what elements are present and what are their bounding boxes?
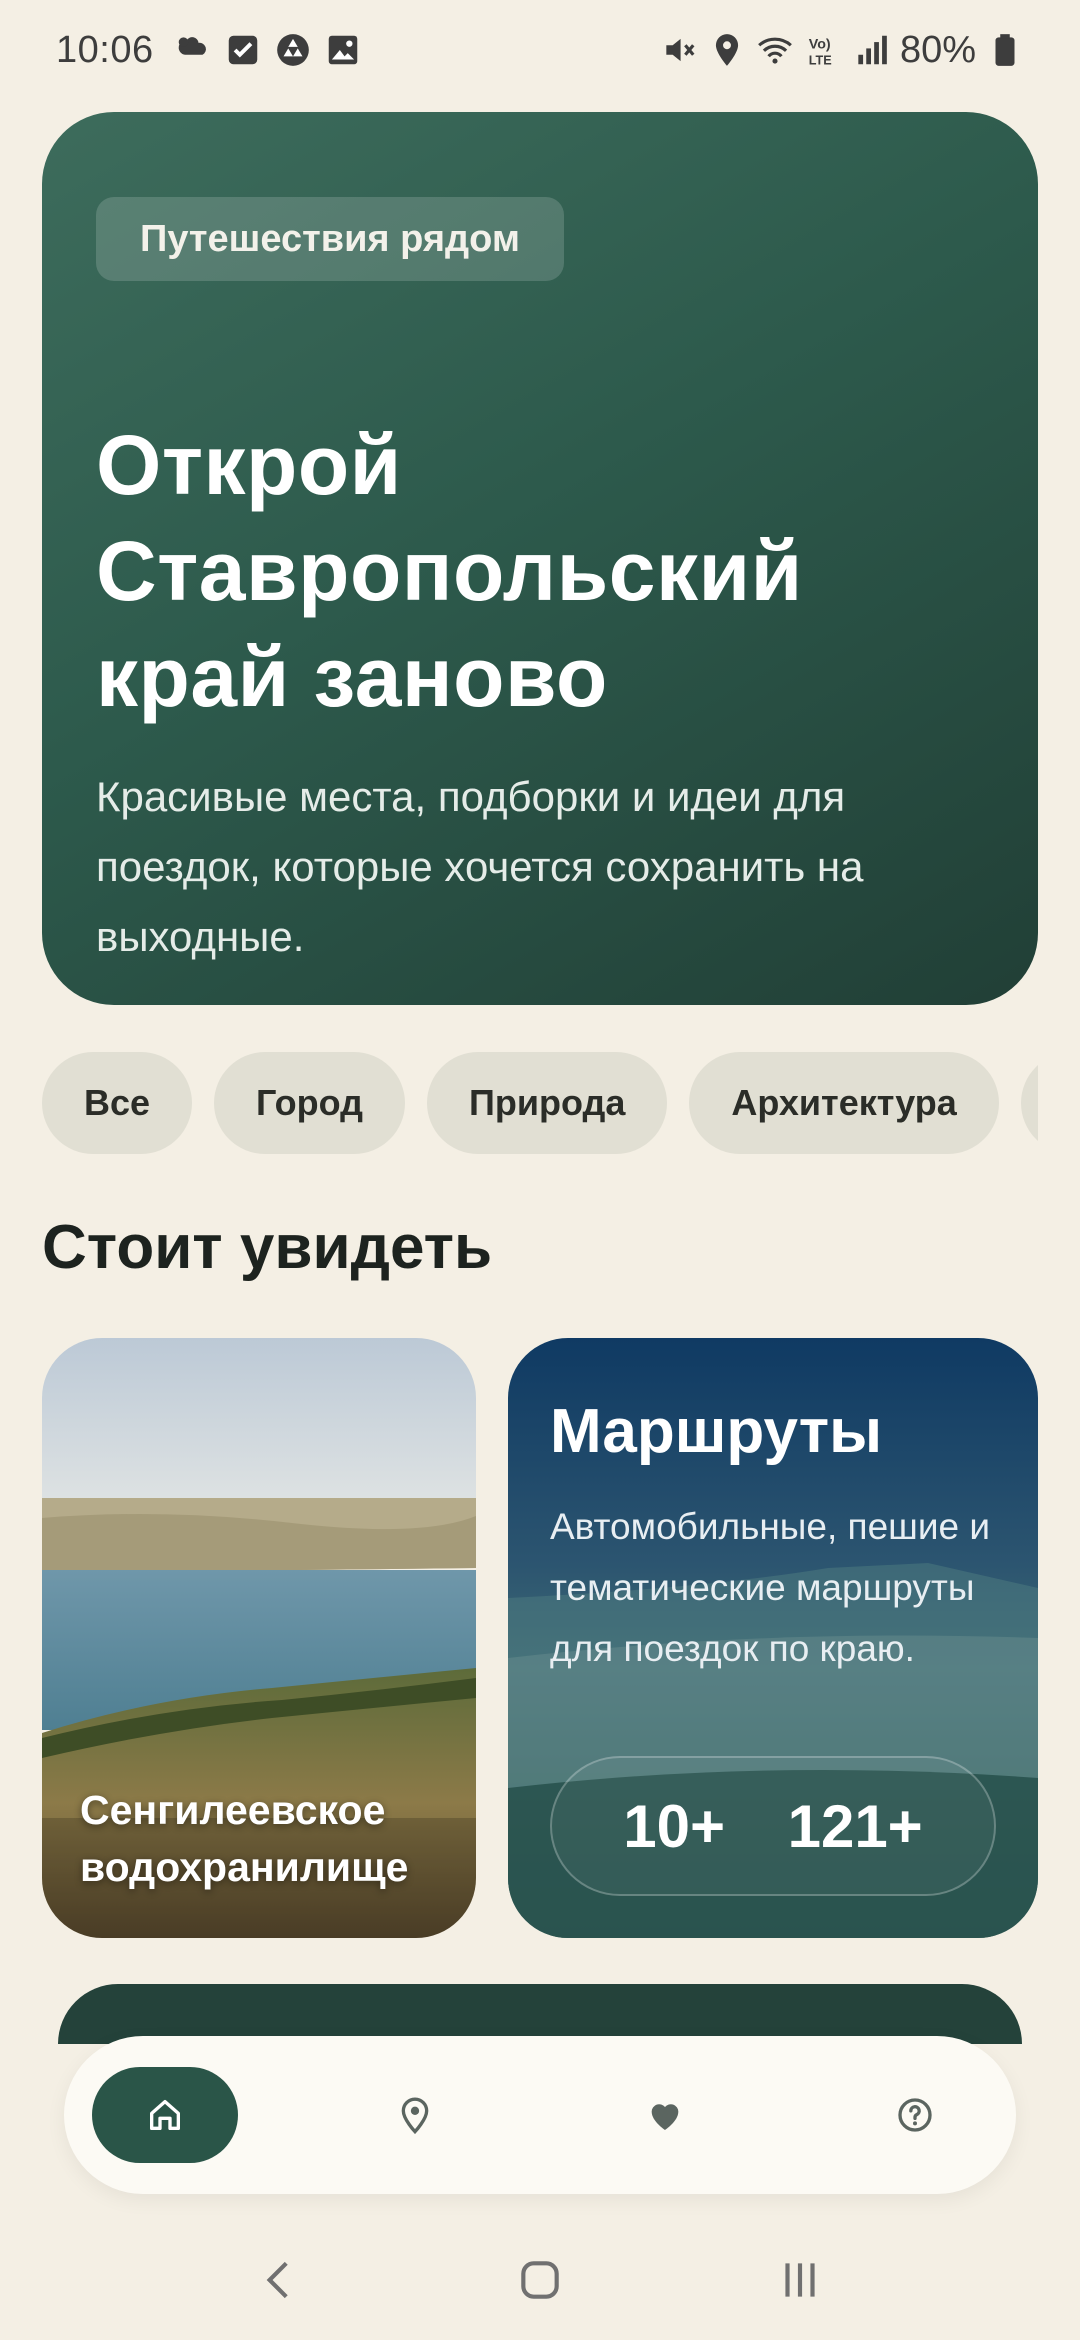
battery-percent: 80% (899, 28, 976, 71)
section-title: Стоит увидеть (42, 1213, 493, 1282)
place-card[interactable]: Сенгилеевское водохранилище (42, 1338, 476, 1938)
home-icon (150, 2100, 180, 2130)
heart-icon (651, 2104, 679, 2130)
location-icon (708, 31, 746, 69)
home-square-icon (521, 2261, 559, 2299)
battery-icon (986, 31, 1024, 69)
routes-card[interactable]: Маршруты Автомобильные, пешие и тематиче… (508, 1338, 1038, 1938)
place-name: Сенгилеевское водохранилище (80, 1787, 409, 1890)
svg-text:LTE: LTE (809, 53, 832, 67)
volte-icon: Vo) LTE (804, 31, 842, 69)
hero-banner: Путешествия рядом Открой Ставропольский … (42, 112, 1038, 1005)
home-button[interactable] (510, 2250, 570, 2310)
nav-help[interactable] (842, 2067, 988, 2163)
chip-architecture[interactable]: Архитектура (689, 1052, 999, 1154)
wifi-icon (756, 31, 794, 69)
svg-text:Vo): Vo) (809, 36, 831, 52)
nav-home[interactable] (92, 2067, 238, 2163)
map-pin-icon (401, 2097, 429, 2135)
routes-title: Маршруты (550, 1397, 883, 1466)
next-card-peek[interactable] (58, 1984, 1022, 2044)
routes-stats: 10+ 121+ (550, 1756, 996, 1896)
mute-icon (660, 31, 698, 69)
hero-subtitle: Красивые места, подборки и идеи для поез… (96, 773, 864, 960)
system-nav-bar (0, 2220, 1080, 2340)
chip-city[interactable]: Город (214, 1052, 406, 1154)
back-button[interactable] (250, 2250, 310, 2310)
routes-description: Автомобильные, пешие и тематические марш… (550, 1506, 991, 1669)
status-right: Vo) LTE 80% (660, 29, 1024, 72)
recents-button[interactable] (770, 2250, 830, 2310)
recents-icon (785, 2263, 815, 2297)
weather-icon (174, 31, 212, 69)
back-icon (266, 2261, 288, 2299)
chip-nature[interactable]: Природа (427, 1052, 668, 1154)
chip-more[interactable] (1020, 1052, 1038, 1154)
routes-stat-count: 10+ (623, 1792, 726, 1860)
category-chips: Все Город Природа Архитектура (42, 1052, 1038, 1154)
hero-badge: Путешествия рядом (96, 197, 564, 281)
gallery-icon (324, 31, 362, 69)
bottom-nav (64, 2036, 1016, 2194)
chip-all[interactable]: Все (42, 1052, 193, 1154)
help-icon (898, 2098, 932, 2132)
recycle-icon (274, 31, 312, 69)
checkbox-icon (224, 31, 262, 69)
nav-favorites[interactable] (592, 2067, 738, 2163)
signal-icon (852, 31, 890, 69)
status-time: 10:06 (56, 28, 154, 71)
status-bar: 10:06 Vo) LTE 80% (0, 0, 1080, 100)
hero-title: Открой Ставропольский край заново (96, 418, 803, 724)
nav-places[interactable] (342, 2067, 488, 2163)
routes-stat-places: 121+ (787, 1792, 923, 1860)
status-left: 10:06 (56, 29, 362, 72)
